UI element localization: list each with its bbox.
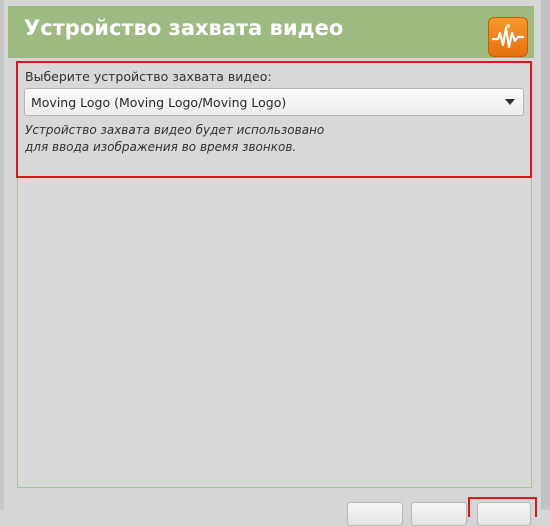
button-highlight-frame: [468, 497, 537, 517]
capture-device-select[interactable]: Moving Logo (Moving Logo/Moving Logo): [24, 88, 524, 116]
wizard-header: Устройство захвата видео: [8, 6, 534, 58]
waveform-icon: [491, 24, 525, 49]
capture-device-description: Устройство захвата видео будет использов…: [25, 123, 325, 154]
back-button[interactable]: [347, 502, 403, 526]
window-left-edge: [0, 0, 4, 510]
wizard-window: Устройство захвата видео Выберите устрой…: [0, 0, 550, 526]
chevron-down-icon: [505, 99, 515, 105]
window-right-scroll-edge: [541, 0, 550, 510]
capture-device-value: Moving Logo (Moving Logo/Moving Logo): [31, 95, 287, 110]
capture-device-label: Выберите устройство захвата видео:: [25, 69, 272, 84]
page-title: Устройство захвата видео: [24, 16, 344, 40]
waveform-app-icon: [488, 17, 528, 57]
next-button[interactable]: [411, 502, 467, 526]
